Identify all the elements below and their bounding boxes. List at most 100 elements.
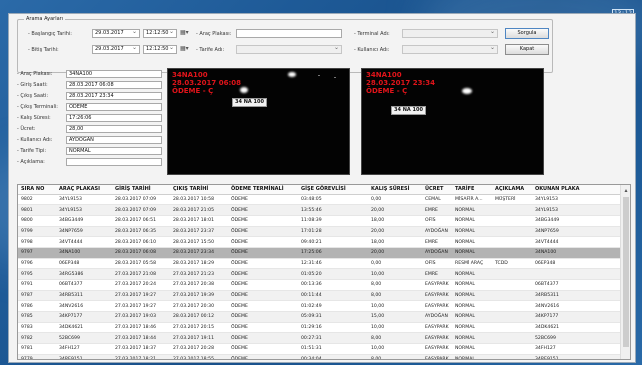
table-cell: ÖDEME [228,322,298,334]
table-cell: 28.03.2017 18:29 [170,258,228,270]
user-filter-select[interactable] [402,45,498,54]
table-row[interactable]: 9799 34NP7659 28.03.2017 06:35 28.03.2017 2… [18,226,621,238]
exit-headlight [462,88,472,94]
table-cell: 9782 [18,332,56,345]
scroll-up-icon[interactable]: ▴ [621,187,630,194]
table-cell: 27.03.2017 20:30 [170,300,228,313]
table-row[interactable]: 9791 06BT4377 27.03.2017 20:24 27.03.2017 2… [18,279,621,291]
plate-filter-input[interactable] [236,29,342,38]
start-time-picker[interactable]: 12:12:50 [143,29,177,38]
detail-entry-label: - Giriş Saati: [17,82,48,88]
table-cell: 11:08:39 [298,215,368,227]
table-row[interactable]: 9779 34RE9151 27.03.2017 18:21 27.03.2017 1… [18,354,621,359]
table-row[interactable]: 9797 34NA100 28.03.2017 06:08 28.03.2017 23… [18,247,621,259]
table-cell: 34YL9153 [532,204,621,216]
detail-terminal-label: - Çıkış Terminali: [17,104,58,110]
column-header[interactable]: KALIŞ SÜRESİ [368,185,422,195]
column-header[interactable]: GİRİŞ TARİHİ [112,185,170,195]
column-header[interactable]: ARAÇ PLAKASI [56,185,112,195]
table-cell: RESMİ ARAÇ [452,258,492,270]
terminal-filter-select[interactable] [402,29,498,38]
scrollbar-thumb[interactable] [623,197,629,347]
column-header[interactable]: GİŞE GÖREVLİSİ [298,185,368,195]
table-cell: 00:11:44 [298,290,368,302]
table-row[interactable]: 9796 06EP348 28.03.2017 05:58 28.03.2017 18… [18,258,621,270]
table-cell: 27.03.2017 18:21 [112,354,170,359]
table-cell: 27.03.2017 19:03 [112,311,170,323]
table-row[interactable]: 9785 34KP7177 27.03.2017 19:03 28.03.2017 0… [18,311,621,323]
table-cell: 05:09:31 [298,311,368,323]
column-header[interactable]: OKUNAN PLAKA [532,185,621,195]
table-cell: 34FH127 [532,343,621,355]
table-cell: EASYPARK [422,279,452,291]
table-cell: NORMAL [452,322,492,334]
detail-duration-label: - Kalış Süresi: [17,115,51,121]
table-cell: 34YL9153 [532,194,621,206]
table-row[interactable]: 9802 34YL9153 28.03.2017 07:09 28.03.2017 1… [18,194,621,206]
table-cell: NORMAL [452,268,492,280]
column-header[interactable]: TARİFE [452,185,492,195]
table-cell: 18,00 [368,236,422,248]
table-cell: NORMAL [452,204,492,216]
table-cell: 28.03.2017 00:12 [170,311,228,323]
table-row[interactable]: 9798 34VT4444 28.03.2017 06:10 28.03.2017 1… [18,236,621,248]
column-header[interactable]: ÇIKIŞ TARİHİ [170,185,228,195]
query-button[interactable]: Sorgula [505,28,549,39]
table-row[interactable]: 9787 34RB5311 27.03.2017 19:27 27.03.2017 1… [18,290,621,302]
table-cell: 27.03.2017 19:39 [170,290,228,302]
table-cell [492,311,532,323]
table-cell: 01:29:16 [298,322,368,334]
table-cell: 9799 [18,226,56,238]
table-cell: 10,00 [368,343,422,355]
end-time-picker[interactable]: 12:12:50 [143,45,177,54]
exit-camera-overlay: 34NA100 28.03.2017 23:34 ÖDEME - Ç [366,71,435,95]
start-date-picker[interactable]: 29.03.2017 [92,29,140,38]
close-button[interactable]: Kapat [505,44,549,55]
table-cell: NORMAL [452,343,492,355]
table-cell: EASYPARK [422,322,452,334]
table-row[interactable]: 9801 34YL9153 28.03.2017 07:09 28.03.2017 2… [18,204,621,216]
table-cell: CEMAL [422,194,452,206]
table-cell: ÖDEME [228,258,298,270]
exit-overlay-datetime: 28.03.2017 23:34 [366,79,436,87]
detail-exit-label: - Çıkış Saati: [17,93,49,99]
table-row[interactable]: 9800 34BG3449 28.03.2017 06:51 28.03.2017 1… [18,215,621,227]
table-cell: 27.03.2017 19:27 [112,300,170,313]
table-cell: 18,00 [368,215,422,227]
table-cell: 9802 [18,194,56,206]
start-date-label: - Başlangıç Tarihi: [28,31,72,37]
table-cell: 34RG5386 [56,268,112,280]
table-row[interactable]: 9782 52BC699 27.03.2017 18:44 27.03.2017 19… [18,332,621,345]
tariff-filter-select[interactable] [236,45,342,54]
table-cell: 8,00 [368,279,422,291]
table-cell: 8,00 [368,332,422,345]
detail-user-field: AYDOĞAN [66,136,162,144]
column-header[interactable]: ÖDEME TERMİNALİ [228,185,298,195]
column-header[interactable]: AÇIKLAMA [492,185,532,195]
table-cell: EASYPARK [422,343,452,355]
table-row[interactable]: 9783 34DK4621 27.03.2017 18:46 27.03.2017 2… [18,322,621,334]
entry-camera-overlay: 34NA100 28.03.2017 06:08 ÖDEME - Ç [172,71,241,95]
start-calendar-icon[interactable]: ▦▾ [180,28,189,37]
table-cell: 13:55:46 [298,204,368,216]
table-header-row: SIRA NO ARAÇ PLAKASI GİRİŞ TARİHİ ÇIKIŞ TAR… [18,185,621,195]
table-cell: 34YL9153 [56,204,112,216]
table-cell: 28.03.2017 07:09 [112,194,170,206]
table-vertical-scrollbar[interactable]: ▴ [620,185,630,359]
table-cell: 27.03.2017 21:08 [112,268,170,280]
column-header[interactable]: ÜCRET [422,185,452,195]
table-cell: ÖDEME [228,194,298,206]
table-row[interactable]: 9781 34FH127 27.03.2017 18:37 27.03.2017 20… [18,343,621,355]
end-calendar-icon[interactable]: ▦▾ [180,44,189,53]
column-header[interactable]: SIRA NO [18,185,56,195]
end-date-picker[interactable]: 29.03.2017 [92,45,140,54]
table-row[interactable]: 9795 34RG5386 27.03.2017 21:08 27.03.2017 2… [18,268,621,280]
table-cell: 9787 [18,290,56,302]
table-cell: 28.03.2017 06:51 [112,215,170,227]
table-cell: 27.03.2017 21:23 [170,268,228,280]
table-cell [492,279,532,291]
table-cell: EASYPARK [422,290,452,302]
detail-plate-field: 34NA100 [66,70,162,78]
table-row[interactable]: 9786 34NV2616 27.03.2017 19:27 27.03.2017 2… [18,300,621,313]
table-cell: 34NA100 [56,247,112,259]
